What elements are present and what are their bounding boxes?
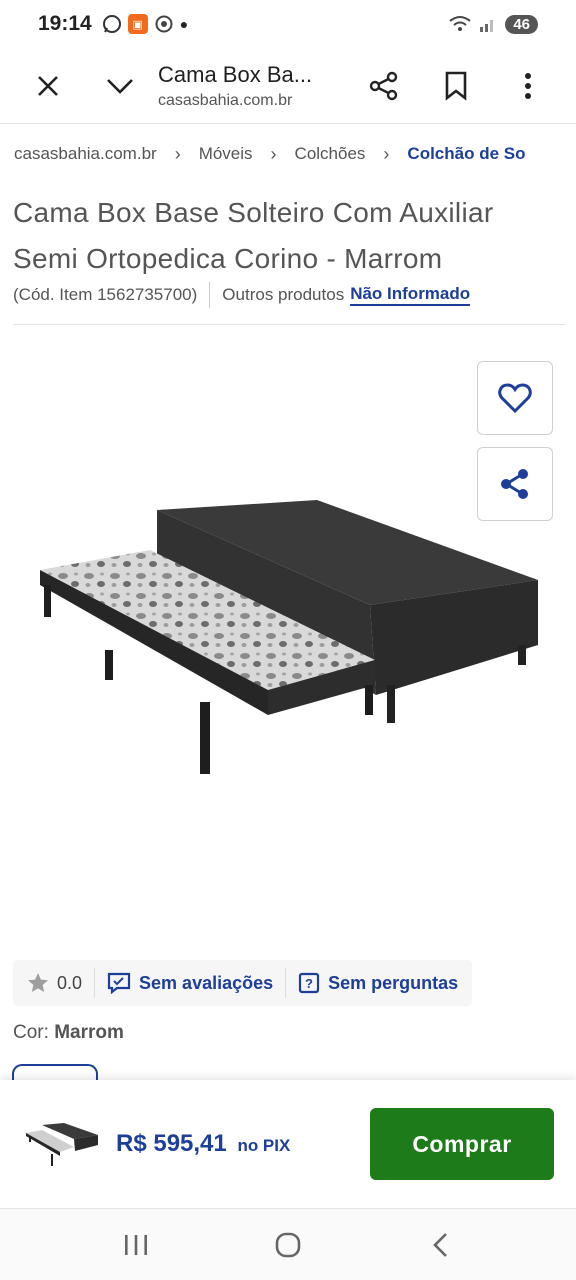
chevron-down-icon — [107, 78, 133, 94]
buy-bar: R$ 595,41 no PIX Comprar — [0, 1080, 576, 1208]
product-thumbnail — [22, 1104, 102, 1184]
dot-icon: ● — [179, 16, 189, 32]
home-icon — [275, 1232, 301, 1257]
color-selection: Cor: Marrom — [13, 1022, 124, 1044]
comment-icon — [107, 972, 131, 994]
recent-apps-icon — [125, 1234, 147, 1255]
rating-summary: 0.0 Sem avaliações ? Sem perguntas — [13, 960, 473, 1006]
divider — [13, 324, 565, 325]
bookmark-button[interactable] — [432, 62, 480, 110]
more-options-button[interactable] — [504, 62, 552, 110]
close-tab-button[interactable] — [24, 62, 72, 110]
share-icon — [369, 71, 398, 100]
chevron-right-icon: › — [174, 143, 181, 164]
others-label: Outros produtos — [222, 285, 345, 304]
questions-link[interactable]: ? Sem perguntas — [298, 972, 458, 994]
page-url: casasbahia.com.br — [158, 91, 293, 109]
breadcrumb-item-home[interactable]: casasbahia.com.br — [14, 144, 157, 164]
heart-icon — [498, 383, 532, 413]
chevron-right-icon: › — [270, 143, 277, 164]
divider — [94, 968, 96, 998]
favorite-button[interactable] — [477, 361, 553, 435]
divider — [285, 968, 287, 998]
questions-label: Sem perguntas — [328, 972, 459, 993]
status-bar: 19:14 ▣ ● 46 — [0, 0, 576, 48]
breadcrumb-item-moveis[interactable]: Móveis — [199, 144, 253, 164]
product-title: Cama Box Base Solteiro Com Auxiliar Semi… — [13, 197, 494, 274]
rating-score: 0.0 — [27, 972, 82, 994]
back-button[interactable] — [410, 1221, 470, 1269]
browser-toolbar: Cama Box Ba... casasbahia.com.br — [0, 48, 576, 124]
brand-link[interactable]: Não Informado — [350, 284, 471, 306]
notification-icons: ▣ ● — [102, 14, 188, 34]
shopping-app-icon: ▣ — [127, 14, 148, 34]
recent-apps-button[interactable] — [106, 1221, 166, 1269]
reviews-link[interactable]: Sem avaliações — [107, 972, 273, 994]
color-value: Marrom — [54, 1022, 124, 1043]
color-label: Cor: — [13, 1022, 49, 1043]
item-code: (Cód. Item 1562735700) — [13, 285, 198, 304]
page-title: Cama Box Ba... — [158, 61, 313, 87]
wifi-icon — [449, 16, 471, 31]
whatsapp-icon — [102, 14, 122, 34]
back-icon — [433, 1232, 447, 1257]
battery-indicator: 46 — [505, 14, 538, 34]
status-time: 19:14 — [38, 12, 92, 35]
chevron-right-icon: › — [383, 143, 390, 164]
star-icon — [28, 973, 48, 992]
svg-text:?: ? — [305, 976, 313, 991]
product-meta: (Cód. Item 1562735700) Outros produtos N… — [13, 282, 471, 308]
home-button[interactable] — [258, 1221, 318, 1269]
divider — [209, 282, 211, 308]
rating-value: 0.0 — [57, 972, 83, 993]
close-icon — [38, 75, 58, 96]
product-image[interactable] — [30, 490, 550, 780]
signal-icon — [480, 20, 494, 32]
question-icon: ? — [299, 972, 320, 994]
system-icons: 46 — [449, 14, 538, 34]
price: R$ 595,41 no PIX — [116, 1130, 290, 1158]
breadcrumb-item-colchoes[interactable]: Colchões — [295, 144, 366, 164]
reviews-label: Sem avaliações — [139, 972, 274, 993]
buy-button[interactable]: Comprar — [370, 1108, 554, 1180]
chrome-icon — [154, 14, 174, 34]
more-vertical-icon — [525, 72, 531, 99]
minimize-button[interactable] — [96, 62, 144, 110]
page-title-area[interactable]: Cama Box Ba... casasbahia.com.br — [144, 62, 360, 110]
price-suffix: no PIX — [237, 1136, 291, 1155]
android-nav-bar — [0, 1208, 576, 1280]
breadcrumb-item-current[interactable]: Colchão de So — [407, 144, 525, 164]
share-page-button[interactable] — [360, 62, 408, 110]
breadcrumb: casasbahia.com.br › Móveis › Colchões › … — [14, 140, 566, 168]
price-value: R$ 595,41 — [116, 1130, 227, 1157]
bookmark-icon — [445, 71, 467, 101]
